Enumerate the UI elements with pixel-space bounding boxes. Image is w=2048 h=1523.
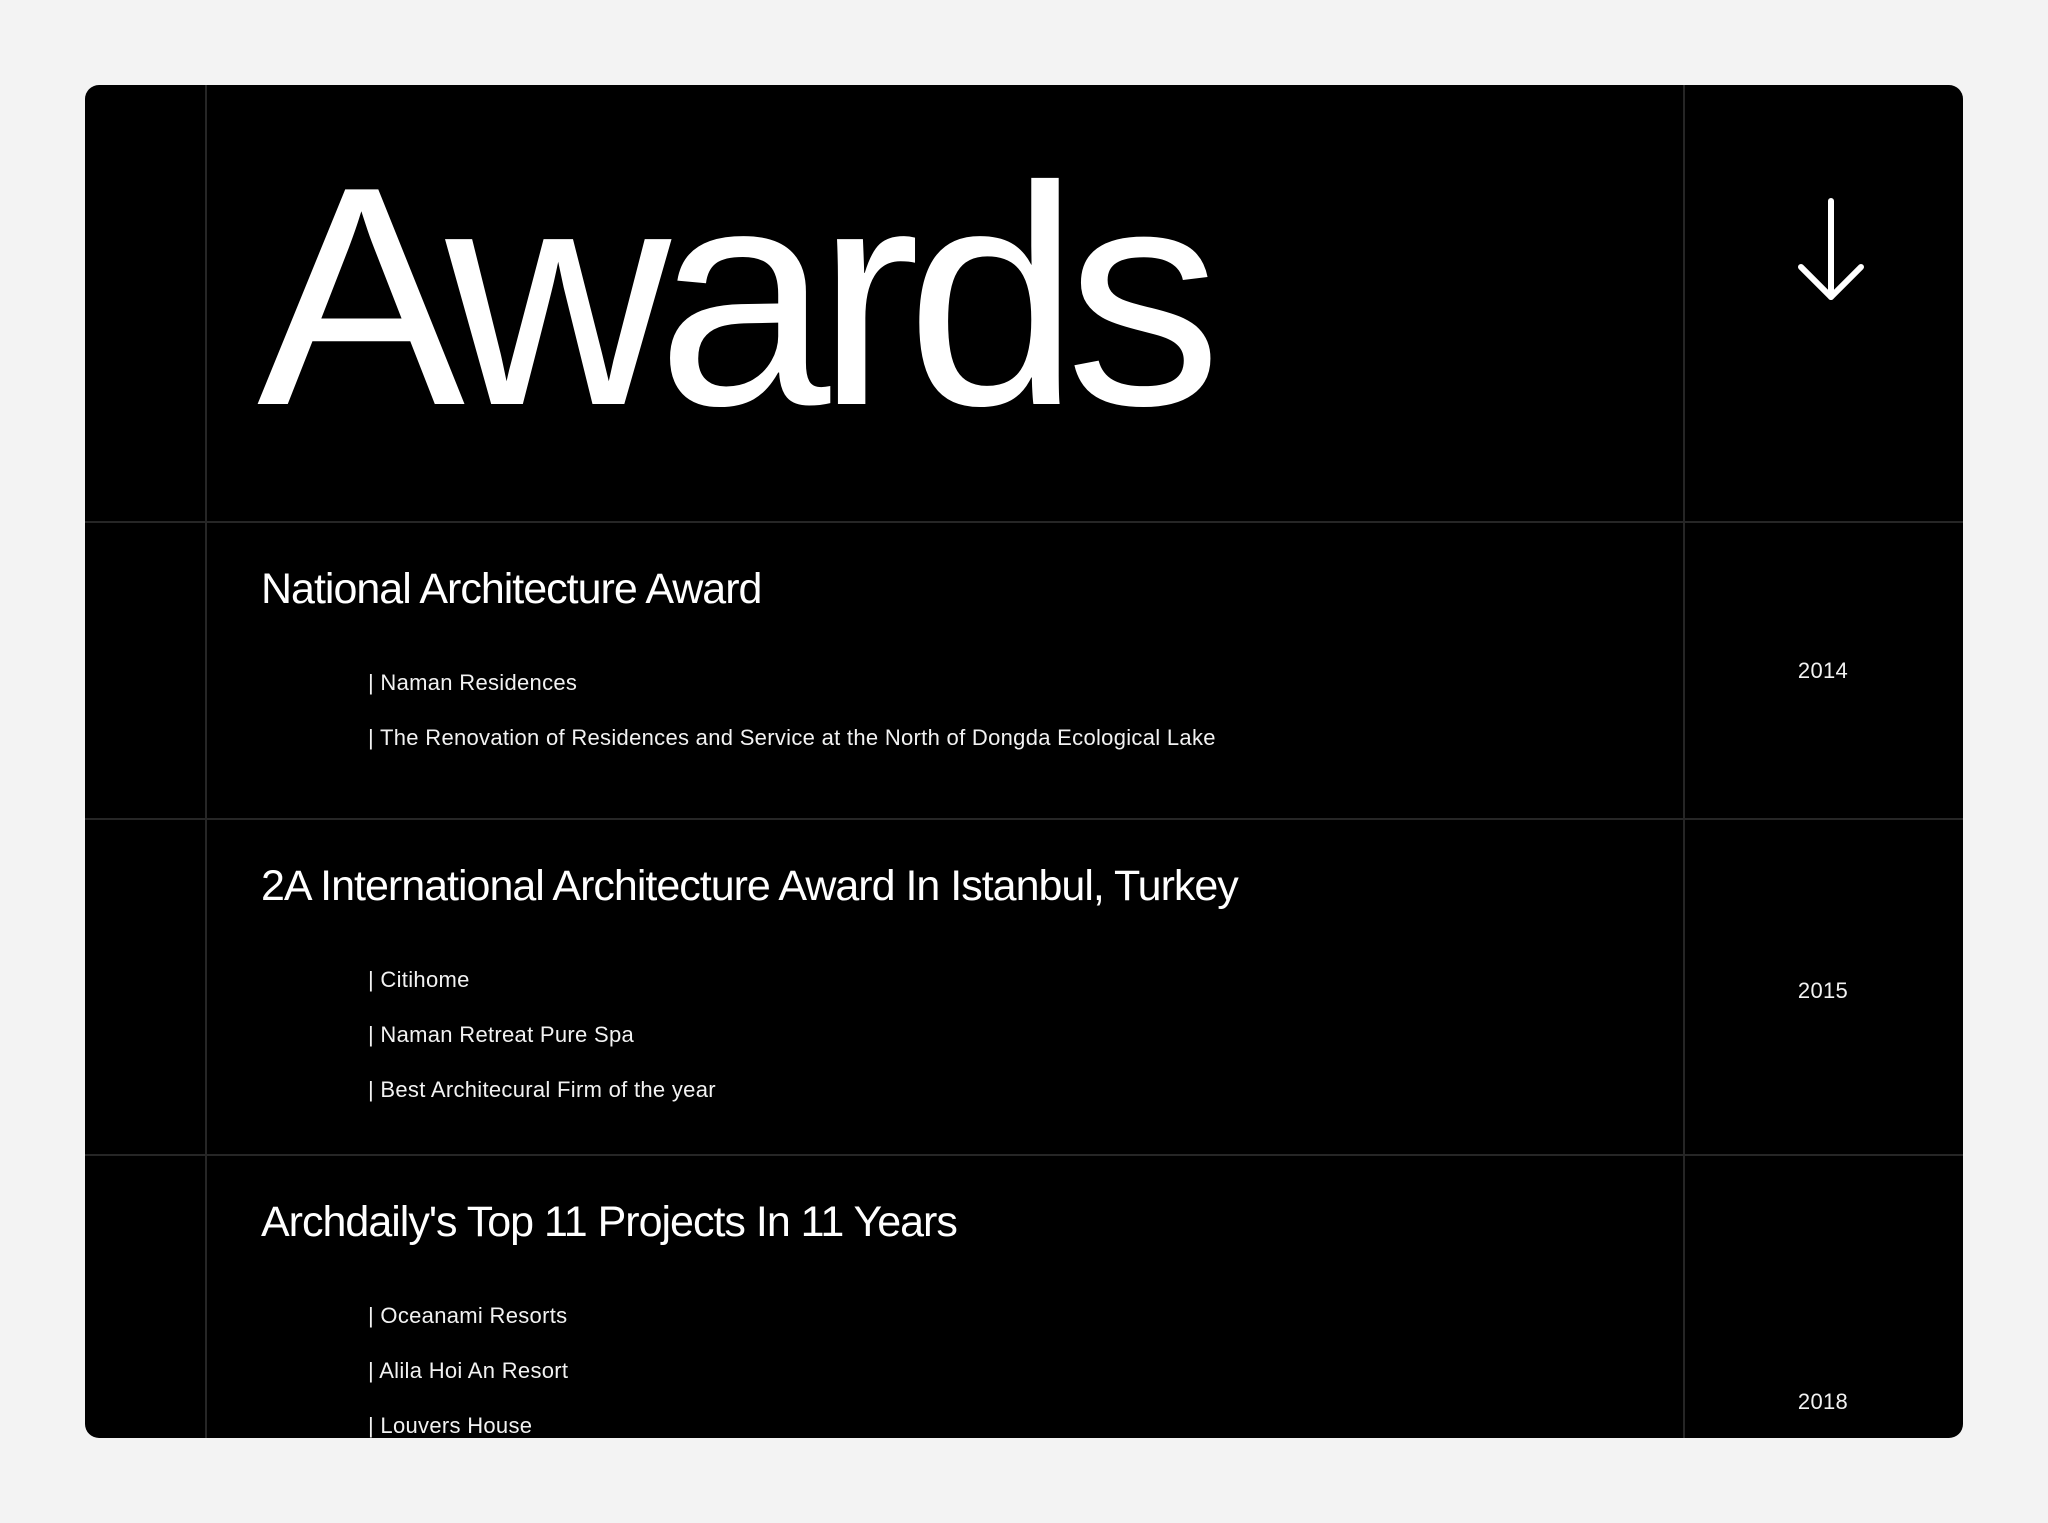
section-title: Awards: [257, 123, 1222, 471]
award-project: | Oceanami Resorts: [368, 1303, 568, 1328]
award-title: 2A International Architecture Award In I…: [261, 862, 1239, 910]
award-title: Archdaily's Top 11 Projects In 11 Years: [261, 1198, 958, 1246]
award-project: | Best Architecural Firm of the year: [368, 1077, 716, 1102]
award-project: | Citihome: [368, 967, 470, 992]
arrow-down-icon[interactable]: [1791, 197, 1871, 307]
award-year: 2014: [1797, 658, 1849, 683]
award-projects-list: | Naman Residences | The Renovation of R…: [368, 668, 1216, 778]
award-year: 2018: [1797, 1389, 1849, 1414]
award-projects-list: | Citihome | Naman Retreat Pure Spa | Be…: [368, 965, 716, 1130]
award-project: | Naman Retreat Pure Spa: [368, 1022, 635, 1047]
award-row[interactable]: Archdaily's Top 11 Projects In 11 Years …: [85, 1156, 1963, 1438]
award-project: | The Renovation of Residences and Servi…: [368, 725, 1216, 750]
award-row[interactable]: 2A International Architecture Award In I…: [85, 820, 1963, 1154]
award-project: | Alila Hoi An Resort: [368, 1358, 569, 1383]
award-row[interactable]: National Architecture Award | Naman Resi…: [85, 523, 1963, 818]
awards-section: Awards National Architecture Award | Nam…: [85, 85, 1963, 1438]
award-project: | Louvers House: [368, 1413, 533, 1438]
award-projects-list: | Oceanami Resorts | Alila Hoi An Resort…: [368, 1301, 568, 1438]
award-project: | Naman Residences: [368, 670, 578, 695]
award-year: 2015: [1797, 978, 1849, 1003]
award-title: National Architecture Award: [261, 565, 762, 613]
